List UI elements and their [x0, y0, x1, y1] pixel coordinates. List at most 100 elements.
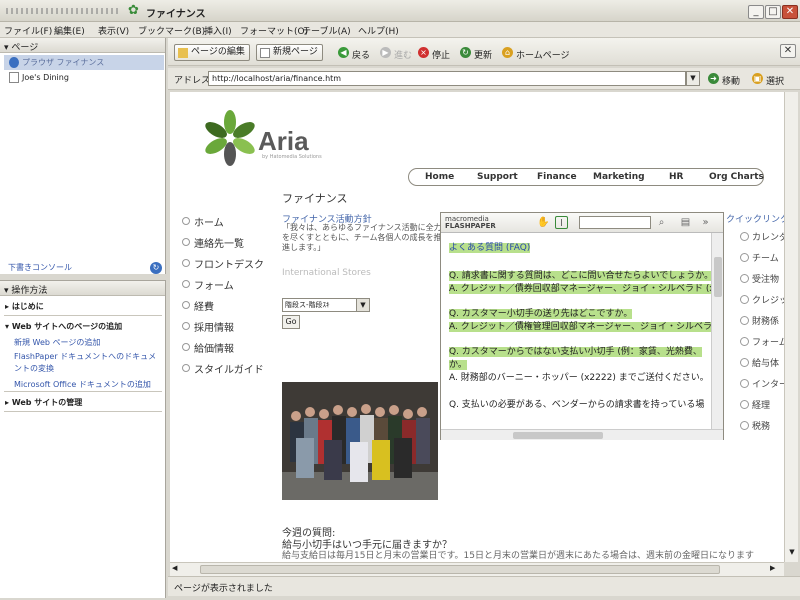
- faq-line: か。: [449, 357, 467, 370]
- scroll-left-arrow[interactable]: ◀: [172, 564, 182, 574]
- forward-arrow-icon: ▶: [380, 47, 391, 58]
- quicklink-accounting[interactable]: 経理: [740, 398, 770, 411]
- team-photo: [282, 382, 438, 500]
- select-button[interactable]: ▣ 選択: [752, 73, 784, 87]
- quicklink-orders[interactable]: 受注物: [740, 272, 779, 285]
- leftnav-pay-info[interactable]: 給価情報: [182, 340, 234, 355]
- howto-panel-header[interactable]: ▾ 操作方法: [0, 281, 165, 296]
- chevron-down-icon[interactable]: ▼: [356, 298, 370, 312]
- faq-text: Q. カスタマー小切手の送り先はどこですか。: [449, 309, 633, 319]
- flashpaper-vertical-scrollbar[interactable]: [711, 233, 723, 429]
- edit-page-button[interactable]: ページの編集: [174, 44, 250, 61]
- search-icon[interactable]: ⌕: [655, 216, 668, 229]
- menu-table[interactable]: テーブル(A): [302, 24, 351, 37]
- howto-getting-started[interactable]: ▸ はじめに: [5, 301, 44, 312]
- nav-marketing[interactable]: Marketing: [593, 172, 645, 182]
- quicklink-internet[interactable]: インター: [740, 377, 784, 390]
- forward-button[interactable]: ▶ 進む: [380, 47, 412, 61]
- leftnav-front-desk[interactable]: フロントデスク: [182, 256, 264, 271]
- hand-tool-icon[interactable]: ✋: [537, 216, 550, 229]
- toolbar-close-button[interactable]: ✕: [780, 44, 796, 58]
- faq-text: Q. 請求書に関する質問は、どこに問い合せたらよいでしょうか。: [449, 271, 711, 281]
- print-icon[interactable]: ▤: [679, 216, 692, 229]
- stop-icon: ×: [418, 47, 429, 58]
- minimize-button[interactable]: _: [748, 5, 764, 19]
- quicklink-payroll[interactable]: 給与体: [740, 356, 779, 369]
- address-dropdown-button[interactable]: ▼: [686, 71, 700, 86]
- leftnav-contacts[interactable]: 連絡先一覧: [182, 235, 244, 250]
- menu-file[interactable]: ファイル(F): [4, 24, 52, 37]
- divider: [4, 315, 162, 316]
- quicklink-finance[interactable]: 財務係: [740, 314, 779, 327]
- menu-view[interactable]: 表示(V): [98, 24, 129, 37]
- vertical-scrollbar[interactable]: ▼: [784, 92, 798, 562]
- text-select-icon[interactable]: I: [555, 216, 568, 229]
- nav-org-charts[interactable]: Org Charts: [709, 172, 764, 182]
- faq-text: Q. 支払いの必要がある、ベンダーからの請求書を持っている場: [449, 400, 705, 410]
- nav-hr[interactable]: HR: [669, 172, 683, 182]
- page-item-joes-dining[interactable]: Joe's Dining: [4, 70, 164, 85]
- menu-insert[interactable]: 挿入(I): [204, 24, 232, 37]
- quicklink-team[interactable]: チーム: [740, 251, 779, 264]
- howto-link-flashpaper[interactable]: FlashPaper ドキュメントへのドキュメントの変換: [14, 351, 162, 375]
- faq-line: よくある質問 (FAQ): [449, 240, 531, 253]
- more-icon[interactable]: »: [699, 216, 712, 229]
- go-button[interactable]: ➜ 移動: [708, 73, 741, 87]
- howto-link-new-page[interactable]: 新規 Web ページの追加: [14, 337, 100, 348]
- faq-text: Q. カスタマーからではない支払い小切手 (例：家賃、光熱費、: [449, 347, 702, 357]
- menu-bar: ファイル(F) 編集(E) 表示(V) ブックマーク(B) 挿入(I) フォーマ…: [0, 22, 800, 38]
- pencil-icon: [178, 48, 188, 58]
- scroll-down-arrow[interactable]: ▼: [787, 548, 797, 558]
- howto-section-label: Web サイトへのページの追加: [11, 322, 123, 331]
- titlebar-grip[interactable]: [6, 8, 121, 14]
- flashpaper-viewer[interactable]: macromedia FLASHPAPER ✋ I ⌕ ▤ » よくある質問 (…: [440, 212, 724, 440]
- nav-support[interactable]: Support: [477, 172, 518, 182]
- back-label: 戻る: [352, 51, 371, 61]
- flashpaper-horizontal-scrollbar[interactable]: [441, 429, 723, 440]
- back-button[interactable]: ◀ 戻る: [338, 47, 371, 61]
- pages-panel-header[interactable]: ▾ ページ: [0, 38, 165, 53]
- edit-page-label: ページの編集: [191, 47, 245, 57]
- scroll-right-arrow[interactable]: ▶: [770, 564, 780, 574]
- howto-link-office[interactable]: Microsoft Office ドキュメントの追加: [14, 379, 151, 390]
- leftnav-style-guide[interactable]: スタイルガイド: [182, 361, 264, 376]
- leftnav-home[interactable]: ホーム: [182, 214, 224, 229]
- menu-bookmarks[interactable]: ブックマーク(B): [138, 24, 205, 37]
- address-input[interactable]: [208, 71, 686, 86]
- howto-add-pages[interactable]: ▾ Web サイトへのページの追加: [5, 321, 122, 332]
- refresh-icon[interactable]: ↻: [150, 262, 162, 274]
- horizontal-scrollbar[interactable]: ◀ ▶: [170, 562, 784, 576]
- leftnav-forms[interactable]: フォーム: [182, 277, 234, 292]
- faq-line: A. 財務部のバーニー・ホッパー (x2222) までご送付ください。: [449, 370, 709, 383]
- nav-finance[interactable]: Finance: [537, 172, 577, 182]
- new-page-button[interactable]: 新規ページ: [256, 44, 323, 61]
- menu-format[interactable]: フォーマット(O): [240, 24, 308, 37]
- howto-manage-site[interactable]: ▸ Web サイトの管理: [5, 397, 82, 408]
- quicklink-tax[interactable]: 税務: [740, 419, 770, 432]
- new-page-label: 新規ページ: [273, 47, 318, 57]
- maximize-button[interactable]: □: [765, 5, 781, 19]
- store-go-button[interactable]: Go: [282, 315, 300, 329]
- flashpaper-search-input[interactable]: [579, 216, 651, 229]
- nav-home[interactable]: Home: [425, 172, 454, 182]
- home-button[interactable]: ⌂ ホームページ: [502, 47, 570, 61]
- refresh-button[interactable]: ↻ 更新: [460, 47, 492, 61]
- page-item-finance[interactable]: プラウザ ファイナンス: [4, 55, 164, 70]
- leftnav-expenses[interactable]: 経費: [182, 298, 214, 313]
- close-button[interactable]: ✕: [782, 5, 798, 19]
- scroll-thumb[interactable]: [513, 432, 603, 439]
- menu-edit[interactable]: 編集(E): [54, 24, 85, 37]
- menu-help[interactable]: ヘルプ(H): [358, 24, 399, 37]
- go-label: 移動: [722, 77, 741, 87]
- faq-text: A. 財務部のバーニー・ホッパー (x2222) までご送付ください。: [449, 373, 709, 383]
- leftnav-jobs[interactable]: 採用情報: [182, 319, 234, 334]
- scroll-thumb[interactable]: [714, 257, 722, 297]
- quicklink-forms[interactable]: フォーム: [740, 335, 784, 348]
- quicklink-calendar[interactable]: カレンダ: [740, 230, 784, 243]
- quicklink-credit[interactable]: クレジッ: [740, 293, 784, 306]
- scroll-thumb[interactable]: [200, 565, 720, 574]
- document-icon: [9, 72, 19, 83]
- app-icon: ✿: [128, 3, 139, 18]
- stop-button[interactable]: × 停止: [418, 47, 450, 61]
- draft-console-link[interactable]: 下書きコンソール: [8, 262, 72, 273]
